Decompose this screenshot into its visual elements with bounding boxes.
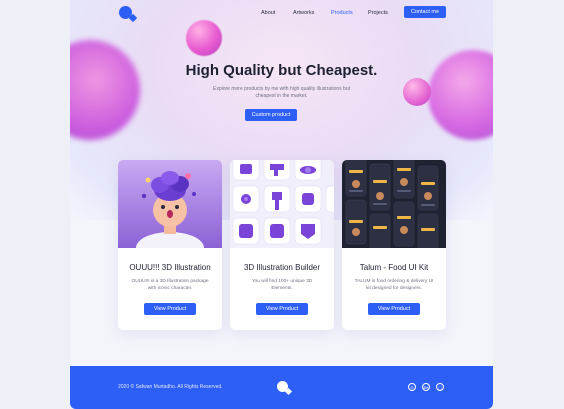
logo-icon[interactable] <box>119 6 132 19</box>
contact-button[interactable]: Contact me <box>404 6 446 18</box>
decorative-sphere <box>403 78 431 106</box>
page-title: High Quality but Cheapest. <box>185 62 378 79</box>
product-card: Talum - Food UI Kit TALUM is food orderi… <box>342 160 446 330</box>
product-title: 3D Illustration Builder <box>243 263 321 272</box>
product-card: 3D Illustration Builder You will find 10… <box>230 160 334 330</box>
product-image[interactable] <box>230 160 334 248</box>
page: About Artworks Products Projects Contact… <box>70 0 493 409</box>
product-image[interactable] <box>342 160 446 248</box>
view-product-button[interactable]: View Product <box>368 303 420 315</box>
behance-icon[interactable]: Bē <box>422 383 430 391</box>
nav-artworks[interactable]: Artworks <box>293 10 314 16</box>
character-illustration <box>118 160 222 248</box>
nav-products[interactable]: Products <box>331 10 353 16</box>
product-description: OUUU!!! is a 3D Illustration package wit… <box>131 279 209 291</box>
product-card: OUUU!!! 3D Illustration OUUU!!! is a 3D … <box>118 160 222 330</box>
instagram-icon[interactable]: ◻ <box>436 383 444 391</box>
footer-logo-icon[interactable] <box>277 381 288 392</box>
product-title: OUUU!!! 3D Illustration <box>129 263 211 272</box>
custom-product-button[interactable]: Custom product <box>245 109 297 121</box>
dribbble-icon[interactable]: ◎ <box>408 383 416 391</box>
footer: 2020 © Safwan Murtadho. All Rights Reser… <box>70 366 493 409</box>
decorative-sphere <box>186 20 222 56</box>
product-image[interactable] <box>118 160 222 248</box>
view-product-button[interactable]: View Product <box>144 303 196 315</box>
copyright-text: 2020 © Safwan Murtadho. All Rights Reser… <box>118 384 223 390</box>
ui-kit-screens-illustration <box>342 160 446 248</box>
product-description: You will find 100+ unique 3D Elements. <box>251 279 313 291</box>
3d-elements-illustration <box>230 160 334 248</box>
product-description: TALUM is food ordering & delivery UI kit… <box>354 279 434 291</box>
product-title: Talum - Food UI Kit <box>359 263 429 272</box>
nav-about[interactable]: About <box>261 10 275 16</box>
hero-description: Explore more products by me with high qu… <box>212 86 350 99</box>
decorative-sphere <box>70 40 140 140</box>
view-product-button[interactable]: View Product <box>256 303 308 315</box>
nav-projects[interactable]: Projects <box>368 10 388 16</box>
